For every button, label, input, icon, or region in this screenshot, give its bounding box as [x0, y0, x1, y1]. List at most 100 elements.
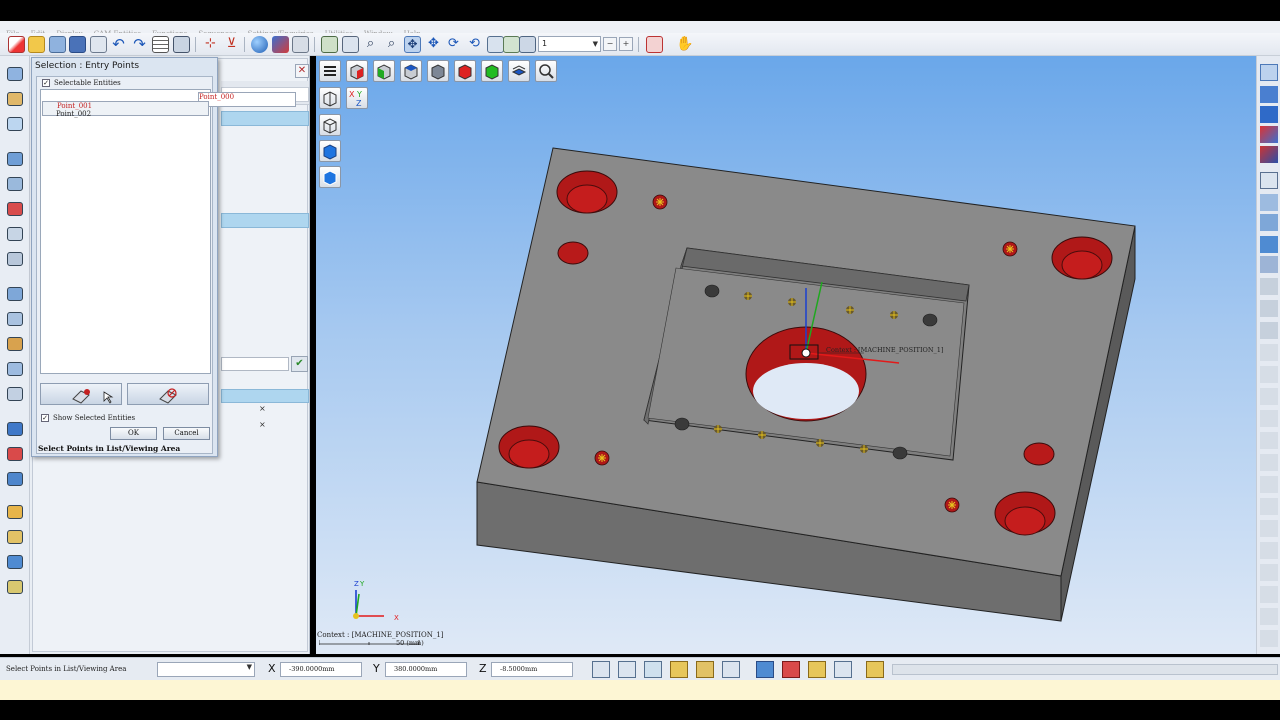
settings-icon[interactable] — [1260, 630, 1278, 647]
print-icon[interactable] — [90, 36, 107, 53]
pocket-icon[interactable] — [4, 174, 26, 194]
workplane-icon[interactable] — [173, 36, 190, 53]
list-item[interactable]: Point_000 — [198, 92, 296, 107]
curve-icon[interactable] — [1260, 366, 1278, 383]
panel-highlight-row[interactable] — [221, 389, 309, 403]
shade-icon[interactable] — [1260, 106, 1278, 123]
nc-program-icon[interactable] — [4, 577, 26, 597]
pattern-icon[interactable] — [4, 114, 26, 134]
tool-toggle-icon[interactable] — [670, 661, 688, 678]
surface-icon[interactable] — [1260, 388, 1278, 405]
cursor-icon[interactable] — [592, 661, 610, 678]
level-icon[interactable] — [1260, 256, 1278, 273]
cancel-button[interactable]: Cancel — [163, 427, 210, 440]
open-model-icon[interactable] — [49, 36, 66, 53]
simulate-icon[interactable] — [4, 502, 26, 522]
status-select[interactable]: ▼ — [157, 662, 255, 677]
postprocess-icon[interactable] — [4, 527, 26, 547]
spin-icon[interactable]: ⟲ — [466, 36, 483, 53]
new-file-icon[interactable] — [8, 36, 25, 53]
layer-minus-button[interactable]: − — [603, 37, 617, 51]
grid-icon[interactable] — [152, 36, 169, 53]
selectable-entities-checkbox[interactable]: ✓ — [42, 79, 50, 87]
view-table-icon[interactable] — [503, 36, 520, 53]
datum-icon[interactable]: ⊹ — [202, 36, 219, 53]
list-item[interactable]: Point_002 — [56, 110, 91, 118]
offset-icon[interactable] — [1260, 476, 1278, 493]
copy-icon[interactable] — [321, 36, 338, 53]
pattern-tool-icon[interactable] — [1260, 542, 1278, 559]
trim-icon[interactable] — [1260, 498, 1278, 515]
close-icon[interactable]: ✕ — [295, 64, 309, 78]
deselect-all-button[interactable] — [127, 383, 209, 405]
color-icon[interactable] — [1260, 146, 1278, 163]
zoom-window-icon[interactable]: ⌕ — [383, 36, 400, 53]
panel-input[interactable] — [221, 357, 289, 371]
view-cube-icon[interactable] — [1260, 64, 1278, 81]
select-icon[interactable] — [1260, 172, 1278, 189]
exit-icon[interactable] — [646, 36, 663, 53]
view-options-icon[interactable] — [519, 36, 536, 53]
panel-highlight-row[interactable] — [221, 213, 309, 228]
panel-highlight-row[interactable] — [221, 111, 309, 126]
machine-toggle-icon[interactable] — [782, 661, 800, 678]
calculator-icon[interactable] — [834, 661, 852, 678]
verify-icon[interactable] — [4, 444, 26, 464]
edit-icon[interactable] — [1260, 432, 1278, 449]
group-icon[interactable] — [1260, 608, 1278, 625]
toolpath-toggle-icon[interactable] — [696, 661, 714, 678]
solid-icon[interactable] — [1260, 410, 1278, 427]
toolpath-icon[interactable] — [4, 419, 26, 439]
tool-library-icon[interactable] — [4, 309, 26, 329]
save-icon[interactable] — [69, 36, 86, 53]
undo-icon[interactable]: ↶ — [110, 36, 127, 53]
transform-icon[interactable] — [1260, 454, 1278, 471]
fit-icon[interactable] — [487, 36, 504, 53]
z-coord-field[interactable]: -8.5000mm — [491, 662, 573, 677]
setup-icon[interactable] — [4, 284, 26, 304]
x-coord-field[interactable]: -390.0000mm — [280, 662, 362, 677]
arc-icon[interactable] — [1260, 344, 1278, 361]
info-icon[interactable] — [722, 661, 740, 678]
hole-icon[interactable] — [4, 199, 26, 219]
layer-icon[interactable] — [1260, 236, 1278, 253]
snap-icon[interactable] — [1260, 300, 1278, 317]
blend-icon[interactable] — [1260, 564, 1278, 581]
line-icon[interactable] — [1260, 322, 1278, 339]
workplane-toggle-icon[interactable] — [644, 661, 662, 678]
feature-icon[interactable] — [4, 149, 26, 169]
graphics-viewport[interactable]: XYZ Context: [MACHINE_POSITION_1] Z Y X… — [316, 56, 1256, 654]
mill-icon[interactable] — [4, 359, 26, 379]
gear-icon[interactable] — [4, 64, 26, 84]
shaded-sphere-icon[interactable] — [251, 36, 268, 53]
measure-icon[interactable] — [1260, 194, 1278, 211]
tool-icon[interactable] — [4, 89, 26, 109]
pan-icon[interactable]: ✥ — [404, 36, 421, 53]
section-icon[interactable] — [1260, 214, 1278, 231]
snap-grid-icon[interactable] — [618, 661, 636, 678]
zoom-icon[interactable]: ⌕ — [362, 36, 379, 53]
camera-icon[interactable] — [292, 36, 309, 53]
layer-select[interactable]: 1 ▼ — [538, 36, 601, 52]
machine-icon[interactable] — [4, 384, 26, 404]
select-all-button[interactable] — [40, 383, 122, 405]
report-icon[interactable] — [4, 469, 26, 489]
show-selected-checkbox[interactable]: ✓ — [41, 414, 49, 422]
context-help-icon[interactable]: ✋ — [676, 36, 693, 53]
delete-icon[interactable] — [1260, 586, 1278, 603]
y-coord-field[interactable]: 380.0000mm — [385, 662, 467, 677]
iso-view-icon[interactable] — [1260, 86, 1278, 103]
ok-button[interactable]: OK — [110, 427, 157, 440]
open-folder-icon[interactable] — [28, 36, 45, 53]
axis-icon[interactable]: ⊻ — [223, 36, 240, 53]
redo-icon[interactable]: ↷ — [131, 36, 148, 53]
apply-icon[interactable]: ✔ — [291, 356, 308, 372]
entity-list[interactable]: Point_000 Point_001 Point_002 — [40, 89, 296, 374]
output-icon[interactable] — [4, 552, 26, 572]
layout-icon[interactable] — [342, 36, 359, 53]
model-toggle-icon[interactable] — [808, 661, 826, 678]
profile-icon[interactable] — [4, 224, 26, 244]
save-state-icon[interactable] — [756, 661, 774, 678]
boundary-icon[interactable] — [4, 249, 26, 269]
layer-plus-button[interactable]: + — [619, 37, 633, 51]
